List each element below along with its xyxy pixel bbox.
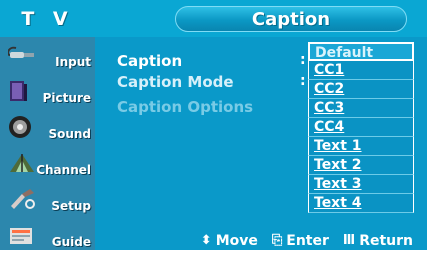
option-cc4[interactable]: CC4 — [308, 118, 414, 137]
option-cc2[interactable]: CC2 — [308, 80, 414, 99]
sidebar-item-sound[interactable]: Sound — [0, 109, 95, 145]
input-cable-icon — [8, 46, 34, 58]
guide-icon — [10, 228, 32, 244]
option-cc1[interactable]: CC1 — [308, 61, 414, 80]
footer-hint-bar: ⬍ Move ⎘ Enter Ⅲ Return — [95, 231, 427, 250]
return-hint-label: Return — [359, 232, 413, 249]
move-hint-label: Move — [215, 232, 258, 249]
top-bar: T V Caption — [0, 0, 427, 37]
sidebar-item-label: Channel — [36, 163, 91, 177]
sidebar-item-label: Picture — [42, 91, 91, 105]
caption-menu-panel: Caption : Caption Mode : Caption Options… — [95, 37, 427, 231]
sidebar: Input Picture Sound Channel Setup Guide — [0, 37, 95, 250]
caption-options-menu-item: Caption Options — [117, 98, 254, 116]
setup-tools-icon — [11, 189, 35, 209]
caption-menu-item[interactable]: Caption — [117, 52, 182, 70]
option-text4[interactable]: Text 4 — [308, 194, 414, 213]
sidebar-item-input[interactable]: Input — [0, 37, 95, 73]
caption-options-list: Default CC1 CC2 CC3 CC4 Text 1 Text 2 Te… — [308, 42, 414, 213]
return-hint: Ⅲ Return — [343, 233, 413, 249]
option-text3[interactable]: Text 3 — [308, 175, 414, 194]
option-text1[interactable]: Text 1 — [308, 137, 414, 156]
caption-mode-colon: : — [300, 73, 306, 89]
sidebar-item-guide[interactable]: Guide — [0, 217, 95, 253]
caption-colon: : — [300, 52, 306, 68]
move-hint: ⬍ Move — [201, 233, 258, 249]
enter-icon: ⎘ — [271, 233, 283, 248]
picture-icon — [10, 81, 27, 101]
enter-hint: ⎘ Enter — [272, 233, 329, 249]
option-cc3[interactable]: CC3 — [308, 99, 414, 118]
sidebar-item-picture[interactable]: Picture — [0, 73, 95, 109]
option-default[interactable]: Default — [308, 42, 414, 61]
enter-hint-label: Enter — [286, 232, 329, 249]
option-text2[interactable]: Text 2 — [308, 156, 414, 175]
sidebar-item-label: Setup — [51, 199, 91, 213]
return-icon: Ⅲ — [342, 233, 356, 248]
sidebar-item-channel[interactable]: Channel — [0, 145, 95, 181]
sidebar-item-setup[interactable]: Setup — [0, 181, 95, 217]
page-title: Caption — [175, 6, 407, 32]
sidebar-item-label: Input — [55, 55, 91, 69]
section-label: T V — [21, 7, 74, 30]
caption-mode-menu-item[interactable]: Caption Mode — [117, 73, 234, 91]
antenna-icon — [10, 154, 34, 172]
sidebar-item-label: Guide — [51, 235, 91, 249]
sidebar-item-label: Sound — [48, 127, 91, 141]
up-down-arrow-icon: ⬍ — [200, 233, 212, 248]
speaker-icon — [9, 116, 31, 138]
